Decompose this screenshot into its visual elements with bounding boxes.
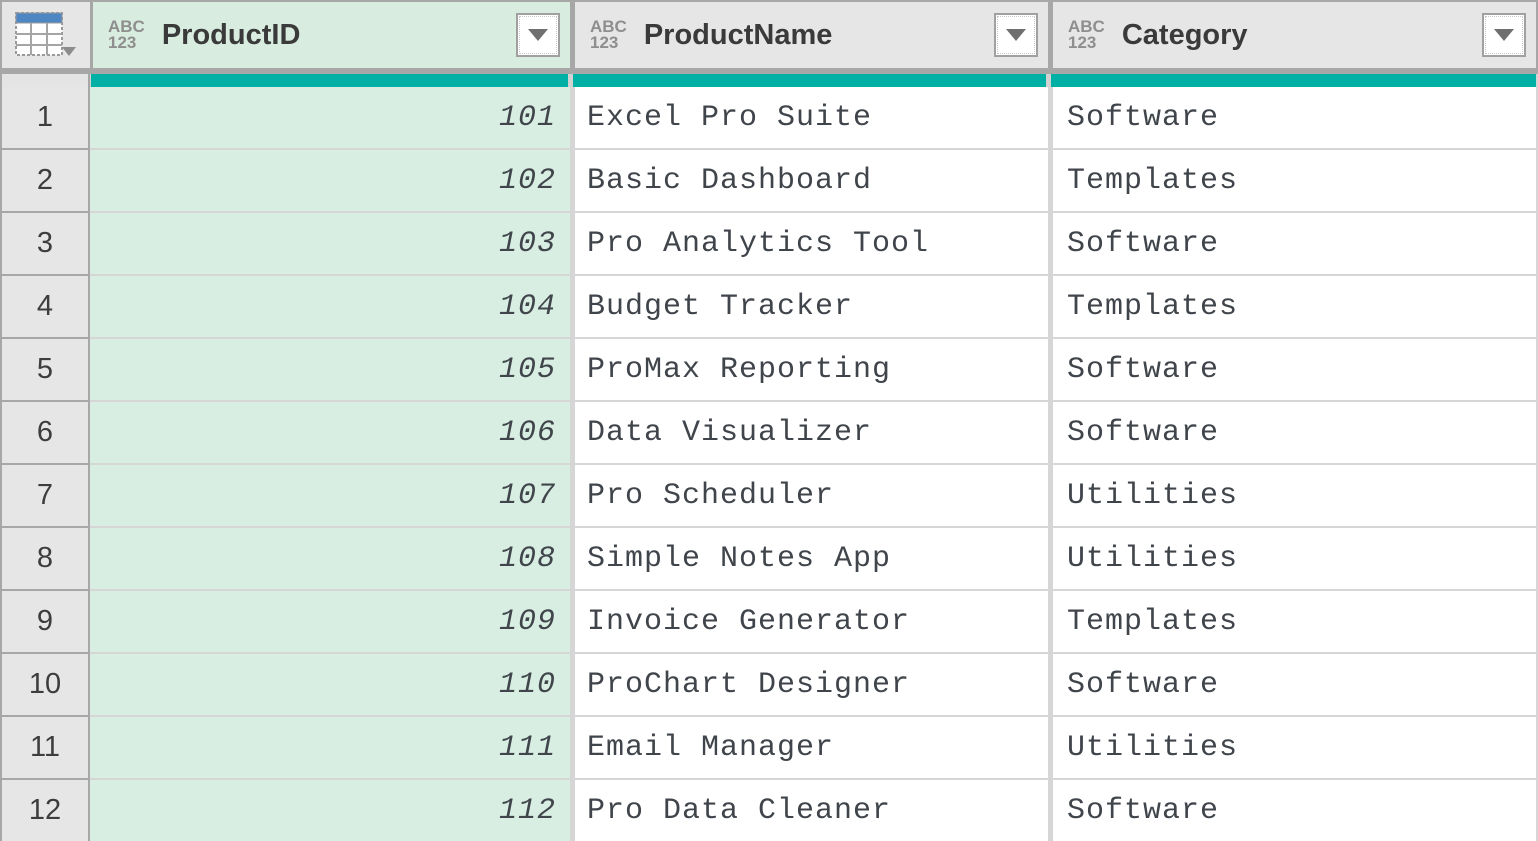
table-row: 2 102 Basic Dashboard Templates — [0, 150, 1538, 213]
cell-productid[interactable]: 107 — [90, 465, 570, 528]
column-quality-bar — [573, 74, 1046, 87]
cell-productname[interactable]: Email Manager — [575, 717, 1048, 780]
cell-category[interactable]: Software — [1053, 339, 1538, 402]
filter-dropdown-button[interactable] — [1482, 13, 1526, 57]
cell-productname[interactable]: Pro Analytics Tool — [575, 213, 1048, 276]
chevron-down-icon — [1006, 29, 1026, 41]
row-number: 2 — [0, 150, 90, 213]
column-quality-bar — [1051, 74, 1536, 87]
cell-category[interactable]: Templates — [1053, 150, 1538, 213]
column-quality-row — [0, 74, 1538, 87]
row-number: 8 — [0, 528, 90, 591]
cell-productid[interactable]: 112 — [90, 780, 570, 841]
row-number: 6 — [0, 402, 90, 465]
column-title: ProductName — [643, 18, 833, 51]
cell-productid[interactable]: 103 — [90, 213, 570, 276]
cell-category[interactable]: Templates — [1053, 276, 1538, 339]
cell-category[interactable]: Software — [1053, 402, 1538, 465]
power-query-data-preview: ABC 123 ProductID ABC 123 ProductName ABC 1… — [0, 0, 1538, 841]
cell-productname[interactable]: Pro Data Cleaner — [575, 780, 1048, 841]
table-row: 1 101 Excel Pro Suite Software — [0, 87, 1538, 150]
row-number: 5 — [0, 339, 90, 402]
row-number: 7 — [0, 465, 90, 528]
cell-category[interactable]: Utilities — [1053, 465, 1538, 528]
table-menu-dropdown-icon — [62, 46, 76, 56]
table-header-row: ABC 123 ProductID ABC 123 ProductName ABC 1… — [0, 0, 1538, 68]
row-number: 10 — [0, 654, 90, 717]
cell-productname[interactable]: Excel Pro Suite — [575, 87, 1048, 150]
table-row: 3 103 Pro Analytics Tool Software — [0, 213, 1538, 276]
cell-productname[interactable]: Budget Tracker — [575, 276, 1048, 339]
row-number: 9 — [0, 591, 90, 654]
table-row: 7 107 Pro Scheduler Utilities — [0, 465, 1538, 528]
row-number: 11 — [0, 717, 90, 780]
chevron-down-icon — [528, 29, 548, 41]
table-row: 4 104 Budget Tracker Templates — [0, 276, 1538, 339]
cell-productname[interactable]: ProChart Designer — [575, 654, 1048, 717]
table-row: 10 110 ProChart Designer Software — [0, 654, 1538, 717]
datatype-abc123-icon[interactable]: ABC 123 — [108, 18, 145, 51]
table-body: 1 101 Excel Pro Suite Software 2 102 Bas… — [0, 87, 1538, 841]
cell-category[interactable]: Templates — [1053, 591, 1538, 654]
table-row: 6 106 Data Visualizer Software — [0, 402, 1538, 465]
cell-productname[interactable]: Data Visualizer — [575, 402, 1048, 465]
row-number: 3 — [0, 213, 90, 276]
filter-dropdown-button[interactable] — [516, 13, 560, 57]
table-row: 12 112 Pro Data Cleaner Software — [0, 780, 1538, 841]
row-number: 12 — [0, 780, 90, 841]
cell-productname[interactable]: Basic Dashboard — [575, 150, 1048, 213]
cell-productid[interactable]: 106 — [90, 402, 570, 465]
table-grid-icon — [14, 7, 78, 64]
cell-category[interactable]: Software — [1053, 654, 1538, 717]
datatype-abc123-icon[interactable]: ABC 123 — [590, 18, 627, 51]
datatype-abc123-icon[interactable]: ABC 123 — [1068, 18, 1105, 51]
cell-productname[interactable]: Invoice Generator — [575, 591, 1048, 654]
column-header-productname[interactable]: ABC 123 ProductName — [575, 2, 1048, 68]
table-menu-button[interactable] — [0, 2, 90, 68]
row-number: 4 — [0, 276, 90, 339]
cell-category[interactable]: Software — [1053, 780, 1538, 841]
cell-category[interactable]: Software — [1053, 213, 1538, 276]
chevron-down-icon — [1494, 29, 1514, 41]
cell-category[interactable]: Software — [1053, 87, 1538, 150]
cell-productid[interactable]: 109 — [90, 591, 570, 654]
quality-bar-stub — [0, 74, 90, 87]
column-quality-bar — [91, 74, 568, 87]
cell-productname[interactable]: Simple Notes App — [575, 528, 1048, 591]
cell-productid[interactable]: 104 — [90, 276, 570, 339]
cell-productname[interactable]: Pro Scheduler — [575, 465, 1048, 528]
table-row: 9 109 Invoice Generator Templates — [0, 591, 1538, 654]
cell-productid[interactable]: 111 — [90, 717, 570, 780]
table-row: 5 105 ProMax Reporting Software — [0, 339, 1538, 402]
column-header-productid[interactable]: ABC 123 ProductID — [93, 2, 570, 68]
table-row: 8 108 Simple Notes App Utilities — [0, 528, 1538, 591]
column-header-category[interactable]: ABC 123 Category — [1053, 2, 1536, 68]
cell-productname[interactable]: ProMax Reporting — [575, 339, 1048, 402]
table-row: 11 111 Email Manager Utilities — [0, 717, 1538, 780]
cell-productid[interactable]: 105 — [90, 339, 570, 402]
cell-category[interactable]: Utilities — [1053, 717, 1538, 780]
filter-dropdown-button[interactable] — [994, 13, 1038, 57]
cell-productid[interactable]: 101 — [90, 87, 570, 150]
column-title: ProductID — [161, 18, 301, 51]
cell-productid[interactable]: 110 — [90, 654, 570, 717]
cell-category[interactable]: Utilities — [1053, 528, 1538, 591]
cell-productid[interactable]: 108 — [90, 528, 570, 591]
row-number: 1 — [0, 87, 90, 150]
cell-productid[interactable]: 102 — [90, 150, 570, 213]
column-title: Category — [1121, 18, 1248, 51]
